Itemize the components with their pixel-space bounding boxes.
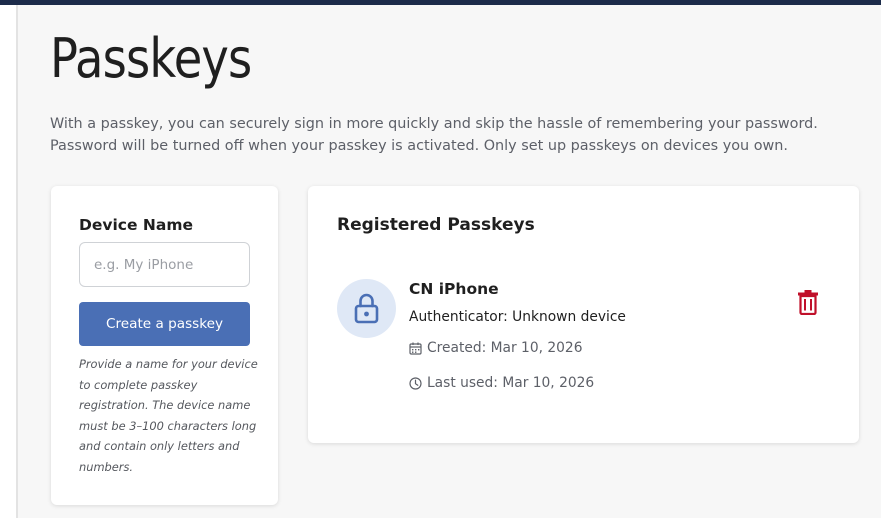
left-sidebar-edge	[0, 5, 18, 518]
passkey-name: CN iPhone	[409, 280, 499, 298]
registered-passkeys-title: Registered Passkeys	[337, 215, 535, 235]
passkey-authenticator: Authenticator: Unknown device	[409, 309, 626, 325]
lock-icon	[337, 279, 396, 338]
main-content: Passkeys With a passkey, you can securel…	[18, 5, 881, 518]
device-name-label: Device Name	[79, 216, 193, 234]
passkey-created-date: Created: Mar 10, 2026	[427, 340, 583, 356]
passkey-last-used-row: Last used: Mar 10, 2026	[409, 375, 594, 391]
create-passkey-button[interactable]: Create a passkey	[79, 302, 250, 346]
trash-icon	[798, 290, 818, 316]
registered-passkeys-card: Registered Passkeys CN iPhone Authentica…	[308, 186, 859, 443]
page-description: With a passkey, you can securely sign in…	[50, 116, 818, 154]
calendar-icon	[409, 342, 422, 355]
device-name-help-text: Provide a name for your device to comple…	[79, 357, 258, 474]
delete-passkey-button[interactable]	[795, 289, 821, 317]
passkey-last-used-date: Last used: Mar 10, 2026	[427, 375, 595, 391]
create-passkey-card: Device Name Create a passkey Provide a n…	[51, 186, 278, 505]
device-name-input[interactable]	[79, 242, 250, 287]
passkey-created-row: Created: Mar 10, 2026	[409, 340, 583, 356]
clock-icon	[409, 376, 422, 390]
page-title: Passkeys	[50, 27, 252, 90]
